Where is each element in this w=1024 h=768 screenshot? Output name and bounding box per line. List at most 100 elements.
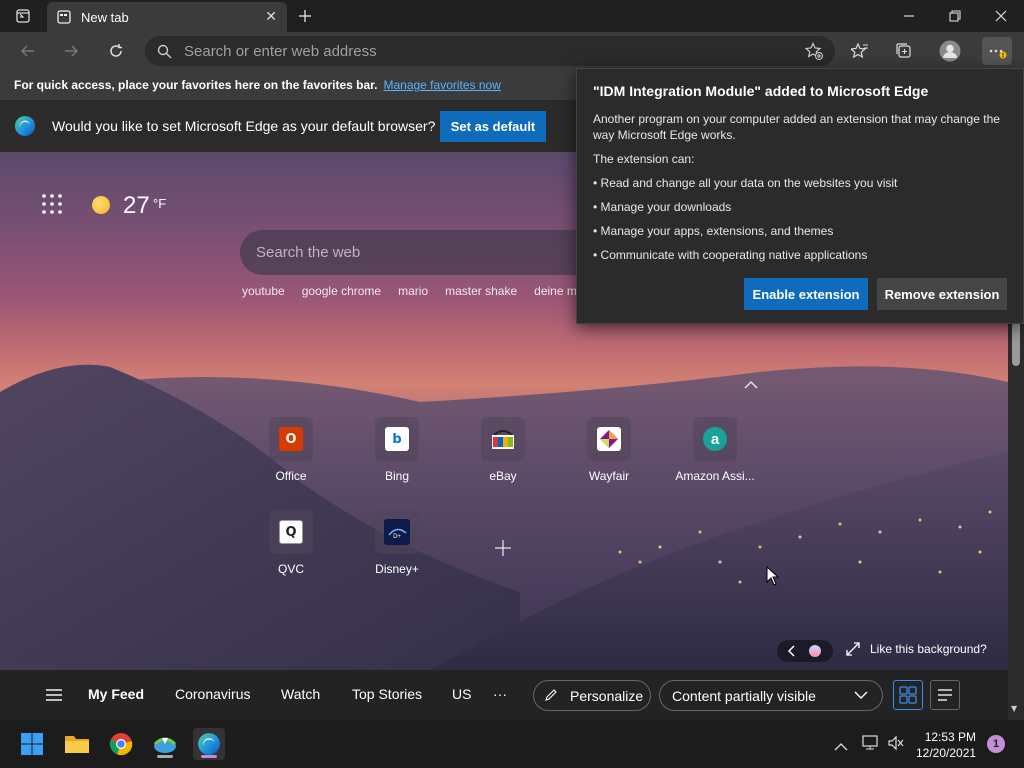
- scrollbar-thumb[interactable]: [1012, 322, 1020, 366]
- quick-link-bing[interactable]: b Bing: [352, 417, 442, 497]
- close-icon: [995, 10, 1007, 22]
- windows-taskbar: 12:53 PM 12/20/2021: [0, 720, 1024, 768]
- web-search-input[interactable]: [256, 244, 576, 261]
- restore-icon: [949, 10, 961, 22]
- volume-button[interactable]: [887, 735, 905, 755]
- like-background-label: Like this background?: [870, 642, 987, 656]
- quick-link-amazon-assistant[interactable]: a Amazon Assi...: [670, 417, 760, 497]
- wayfair-icon: [587, 417, 631, 461]
- suggestion-item[interactable]: google chrome: [302, 284, 381, 298]
- chrome-button[interactable]: [105, 728, 137, 760]
- title-bar: New tab ✕: [0, 0, 1024, 32]
- list-layout-button[interactable]: [930, 680, 960, 710]
- hamburger-menu-icon[interactable]: [44, 686, 64, 704]
- remove-extension-button[interactable]: Remove extension: [877, 278, 1007, 310]
- close-window-button[interactable]: [978, 0, 1024, 32]
- notification-badge[interactable]: 1: [987, 735, 1005, 753]
- personalize-button[interactable]: Personalize: [533, 680, 651, 711]
- minimize-icon: [904, 15, 914, 17]
- close-tab-icon[interactable]: ✕: [265, 9, 277, 25]
- feed-tab-top-stories[interactable]: Top Stories: [352, 686, 422, 702]
- download-manager-icon: [153, 737, 177, 753]
- extension-added-dialog: "IDM Integration Module" added to Micros…: [576, 68, 1024, 324]
- list-view-icon: [938, 689, 952, 701]
- manage-favorites-link[interactable]: Manage favorites now: [383, 78, 500, 92]
- chevron-left-icon[interactable]: [787, 645, 797, 657]
- plus-icon: [299, 10, 311, 22]
- add-quick-link-button[interactable]: [488, 533, 518, 563]
- avatar-icon: [939, 40, 961, 62]
- feed-tab-us[interactable]: US: [452, 686, 471, 702]
- quick-link-office[interactable]: O Office: [246, 417, 336, 497]
- file-explorer-button[interactable]: [61, 728, 93, 760]
- suggestion-item[interactable]: master shake: [445, 284, 517, 298]
- quick-link-label: Office: [275, 469, 307, 483]
- search-icon: [157, 44, 172, 58]
- minimize-button[interactable]: [886, 0, 932, 32]
- quick-link-ebay[interactable]: eBay: [458, 417, 548, 497]
- quick-link-label: eBay: [489, 469, 517, 483]
- feed-tab-my-feed[interactable]: My Feed: [88, 686, 144, 702]
- collections-button[interactable]: [889, 37, 919, 65]
- favorites-icon: [851, 42, 868, 59]
- collections-icon: [896, 43, 911, 58]
- sunny-weather-icon[interactable]: [92, 196, 110, 214]
- feed-tab-watch[interactable]: Watch: [281, 686, 320, 702]
- enable-extension-button[interactable]: Enable extension: [744, 278, 868, 310]
- new-tab-page-icon: [57, 10, 71, 24]
- tab-actions-button[interactable]: [0, 0, 46, 32]
- tab-new-tab[interactable]: New tab ✕: [47, 2, 287, 32]
- default-browser-message: Would you like to set Microsoft Edge as …: [52, 118, 436, 134]
- settings-and-more-button[interactable]: [982, 37, 1012, 65]
- quick-link-label: Bing: [384, 469, 410, 483]
- favorites-button[interactable]: [845, 37, 875, 65]
- like-background-button[interactable]: Like this background?: [846, 642, 987, 656]
- apps-grid-icon[interactable]: [40, 192, 64, 216]
- quick-link-wayfair[interactable]: Wayfair: [564, 417, 654, 497]
- quick-link-label: QVC: [277, 562, 304, 576]
- feed-navigation-bar: My Feed Coronavirus Watch Top Stories US…: [0, 670, 1008, 720]
- show-hidden-icons-button[interactable]: [834, 737, 848, 756]
- collapse-chevron-up-icon[interactable]: [742, 378, 760, 392]
- back-button[interactable]: [13, 37, 43, 65]
- feed-tab-coronavirus[interactable]: Coronavirus: [175, 686, 250, 702]
- edge-taskbar-button[interactable]: [193, 728, 225, 760]
- edge-logo-icon: [15, 116, 35, 136]
- network-button[interactable]: [861, 735, 879, 755]
- volume-muted-icon: [888, 735, 904, 751]
- profile-button[interactable]: [935, 37, 965, 65]
- weather-temperature[interactable]: 27: [123, 192, 150, 220]
- weather-unit: °F: [153, 196, 167, 211]
- feed-more-button[interactable]: ···: [493, 686, 507, 702]
- restore-button[interactable]: [932, 0, 978, 32]
- clock-time: 12:53 PM: [924, 730, 977, 744]
- permission-item: • Read and change all your data on the w…: [593, 176, 898, 190]
- bing-icon: b: [375, 417, 419, 461]
- new-tab-button[interactable]: [290, 0, 320, 32]
- start-button[interactable]: [16, 728, 48, 760]
- suggestion-item[interactable]: youtube: [242, 284, 285, 298]
- grid-layout-button[interactable]: [893, 680, 923, 710]
- background-navigator[interactable]: [777, 640, 833, 662]
- qvc-icon: Q: [269, 510, 313, 554]
- favorites-bar-message: For quick access, place your favorites h…: [14, 78, 378, 92]
- clock-date: 12/20/2021: [916, 746, 977, 760]
- add-favorite-icon[interactable]: [804, 42, 823, 64]
- quick-link-qvc[interactable]: Q QVC: [246, 510, 336, 590]
- address-input[interactable]: [184, 42, 744, 60]
- refresh-button[interactable]: [101, 37, 131, 65]
- quick-link-disney-plus[interactable]: D+ Disney+: [352, 510, 442, 590]
- more-options-icon: [989, 49, 1007, 59]
- idm-button[interactable]: [149, 728, 181, 760]
- forward-button[interactable]: [56, 37, 86, 65]
- set-as-default-button[interactable]: Set as default: [440, 111, 546, 142]
- system-clock[interactable]: 12:53 PM 12/20/2021: [916, 729, 976, 761]
- suggestion-item[interactable]: mario: [398, 284, 428, 298]
- permission-item: • Manage your downloads: [593, 200, 732, 214]
- scroll-down-icon[interactable]: ▼: [1011, 704, 1017, 713]
- chrome-icon: [109, 733, 133, 756]
- content-visibility-dropdown[interactable]: Content partially visible: [659, 680, 883, 711]
- quick-link-label: Amazon Assi...: [675, 469, 755, 483]
- address-bar[interactable]: [145, 36, 835, 66]
- background-thumbnail-icon[interactable]: [809, 645, 821, 657]
